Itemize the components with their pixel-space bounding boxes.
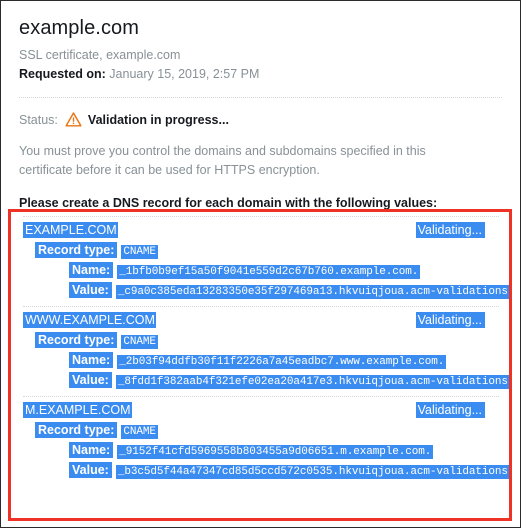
- record-type-row: Record type: CNAME: [23, 242, 499, 259]
- record-type-label: Record type:: [35, 242, 118, 258]
- record-name-value[interactable]: _9152f41cfd5969558b803455a9d06651.m.exam…: [117, 445, 434, 459]
- status-row: Status: Validation in progress...: [19, 111, 502, 128]
- dns-records-list: EXAMPLE.COM Validating... Record type: C…: [11, 216, 509, 479]
- record-value-label: Value:: [69, 462, 112, 478]
- validation-status-badge: Validating...: [415, 222, 485, 238]
- status-label: Status:: [19, 112, 58, 127]
- record-type-value[interactable]: CNAME: [121, 335, 158, 349]
- record-divider: [23, 306, 499, 307]
- dns-instruction: Please create a DNS record for each doma…: [19, 196, 438, 210]
- domain-name[interactable]: EXAMPLE.COM: [23, 222, 118, 238]
- page-title: example.com: [19, 17, 140, 39]
- record-value-label: Value:: [69, 372, 112, 388]
- record-value-row: Value: _c9a0c385eda13283350e35f297469a13…: [23, 282, 509, 299]
- validation-status-badge: Validating...: [415, 312, 485, 328]
- record-value-row: Value: _b3c5d5f44a47347cd85d5ccd572c0535…: [23, 462, 509, 479]
- record-type-value[interactable]: CNAME: [121, 425, 158, 439]
- domain-name[interactable]: M.EXAMPLE.COM: [23, 402, 132, 418]
- record-name-label: Name:: [69, 352, 114, 368]
- certificate-subtitle: SSL certificate, example.com: [19, 48, 181, 62]
- record-header: EXAMPLE.COM Validating...: [23, 222, 499, 239]
- requested-on-value: January 15, 2019, 2:57 PM: [109, 67, 260, 81]
- record-value-value[interactable]: _8fdd1f382aab4f321efe02ea20a417e3.hkvuiq…: [115, 375, 509, 389]
- record-name-row: Name: _9152f41cfd5969558b803455a9d06651.…: [23, 442, 499, 459]
- record-value-label: Value:: [69, 282, 112, 298]
- record-value-row: Value: _8fdd1f382aab4f321efe02ea20a417e3…: [23, 372, 509, 389]
- record-name-row: Name: _1bfb0b9ef15a50f9041e559d2c67b760.…: [23, 262, 499, 279]
- record-type-value[interactable]: CNAME: [121, 245, 158, 259]
- status-text: Validation in progress...: [87, 112, 229, 127]
- requested-on-label: Requested on:: [19, 67, 106, 81]
- annotation-highlight-box: EXAMPLE.COM Validating... Record type: C…: [8, 209, 512, 521]
- warning-triangle-icon: [65, 111, 82, 128]
- record-type-label: Record type:: [35, 332, 118, 348]
- record-type-row: Record type: CNAME: [23, 422, 499, 439]
- dns-record-block: M.EXAMPLE.COM Validating... Record type:…: [23, 396, 509, 479]
- requested-on-row: Requested on: January 15, 2019, 2:57 PM: [19, 65, 502, 83]
- header-divider: [19, 97, 502, 98]
- validation-status-badge: Validating...: [415, 402, 485, 418]
- record-value-value[interactable]: _b3c5d5f44a47347cd85d5ccd572c0535.hkvuiq…: [115, 465, 509, 479]
- record-type-label: Record type:: [35, 422, 118, 438]
- record-name-label: Name:: [69, 262, 114, 278]
- record-header: M.EXAMPLE.COM Validating...: [23, 402, 499, 419]
- screenshot-frame: example.com SSL certificate, example.com…: [0, 0, 521, 528]
- validation-description: You must prove you control the domains a…: [19, 144, 426, 177]
- record-name-value[interactable]: _2b03f94ddfb30f11f2226a7a45eadbc7.www.ex…: [117, 355, 447, 369]
- dns-record-block: WWW.EXAMPLE.COM Validating... Record typ…: [23, 306, 509, 389]
- record-type-row: Record type: CNAME: [23, 332, 499, 349]
- record-divider: [23, 396, 499, 397]
- record-name-row: Name: _2b03f94ddfb30f11f2226a7a45eadbc7.…: [23, 352, 499, 369]
- record-value-value[interactable]: _c9a0c385eda13283350e35f297469a13.hkvuiq…: [115, 285, 509, 299]
- record-divider: [23, 216, 499, 217]
- record-name-value[interactable]: _1bfb0b9ef15a50f9041e559d2c67b760.exampl…: [117, 265, 421, 279]
- record-name-label: Name:: [69, 442, 114, 458]
- domain-name[interactable]: WWW.EXAMPLE.COM: [23, 312, 156, 328]
- record-header: WWW.EXAMPLE.COM Validating...: [23, 312, 499, 329]
- dns-record-block: EXAMPLE.COM Validating... Record type: C…: [23, 216, 509, 299]
